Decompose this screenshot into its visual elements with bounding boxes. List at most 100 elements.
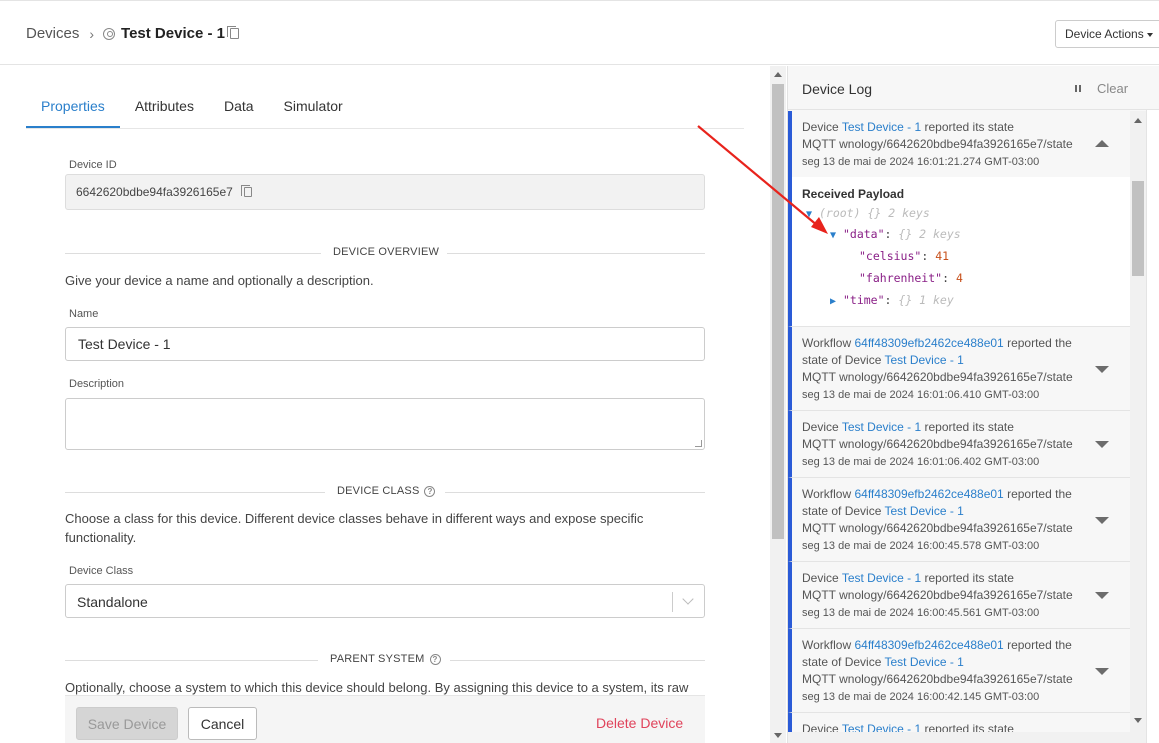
received-payload: Received Payload ▼ (root) {} 2 keys ▼ "d… [792,177,1130,326]
device-actions-label: Device Actions [1065,27,1144,41]
class-description: Choose a class for this device. Differen… [65,511,644,545]
log-entry[interactable]: Device Test Device - 1 reported its stat… [788,111,1130,327]
device-class-select[interactable]: Standalone [65,584,705,618]
log-scrollbar[interactable] [1130,111,1146,743]
device-link[interactable]: Test Device - 1 [885,353,964,367]
cancel-button[interactable]: Cancel [188,707,257,740]
log-entry[interactable]: Device Test Device - 1 reported its stat… [788,411,1130,478]
tab-properties[interactable]: Properties [26,86,120,128]
workflow-link[interactable]: 64ff48309efb2462ce488e01 [854,336,1003,350]
chevron-down-icon[interactable] [1095,441,1109,448]
device-link[interactable]: Test Device - 1 [842,571,921,585]
log-entry-prefix: state of Device [802,504,882,518]
json-value: 4 [955,271,963,285]
scroll-down-icon[interactable] [774,733,782,738]
chevron-up-icon[interactable] [1095,140,1109,147]
copy-icon[interactable] [226,26,239,39]
main-scrollbar[interactable] [770,66,786,743]
device-log-panel: Device Log Clear Device Test Device - 1 … [787,66,1159,743]
expand-triangle-icon[interactable]: ▼ [830,230,836,241]
section-title: PARENT SYSTEM? [330,653,441,665]
workflow-link[interactable]: 64ff48309efb2462ce488e01 [854,487,1003,501]
device-actions-button[interactable]: Device Actions [1055,20,1159,48]
tab-attributes[interactable]: Attributes [120,86,209,128]
json-fahrenheit-row: "fahrenheit": 4 [859,271,963,285]
chevron-down-icon[interactable] [1095,517,1109,524]
page-header: Devices › Test Device - 1 Device Actions [0,0,1159,65]
json-data-row[interactable]: ▼ "data": {} 2 keys [830,227,961,241]
log-entry-prefix: Workflow [802,638,852,652]
description-textarea[interactable] [65,398,705,450]
log-entry-prefix: Workflow [802,487,852,501]
log-entry-time: seg 13 de mai de 2024 16:00:45.578 GMT-0… [802,540,1040,552]
chevron-down-icon[interactable] [682,593,694,605]
log-entry-time: seg 13 de mai de 2024 16:00:42.145 GMT-0… [802,691,1040,703]
log-entry-prefix: state of Device [802,655,882,669]
log-entry-time: seg 13 de mai de 2024 16:01:06.410 GMT-0… [802,389,1040,401]
help-icon[interactable]: ? [429,653,441,665]
json-key: "time" [842,293,885,307]
tab-data[interactable]: Data [209,86,269,128]
log-entry-time: seg 13 de mai de 2024 16:01:21.274 GMT-0… [802,156,1040,168]
log-entry-prefix: state of Device [802,353,882,367]
scroll-up-icon[interactable] [1134,118,1142,123]
description-label: Description [69,378,125,390]
json-time-row[interactable]: ▶ "time": {} 1 key [830,293,954,307]
log-entry-text: Device Test Device - 1 reported its stat… [802,419,1082,471]
resize-grip-icon[interactable] [695,440,702,447]
tab-bar: Properties Attributes Data Simulator [26,86,744,129]
pause-icon[interactable] [1075,85,1081,92]
collapsed-triangle-icon[interactable]: ▶ [830,296,836,307]
log-entry-text: Workflow 64ff48309efb2462ce488e01 report… [802,486,1082,555]
device-id-value: 6642620bdbe94fa3926165e7 [76,185,233,199]
scrollbar-thumb[interactable] [1132,181,1144,276]
log-entry-suffix: reported the [1007,336,1072,350]
log-entry[interactable]: Device Test Device - 1 reported its stat… [788,562,1130,629]
json-meta: {} 1 key [898,293,954,307]
json-celsius-row: "celsius": 41 [859,249,950,263]
log-entry-prefix: Device [802,420,839,434]
device-link[interactable]: Test Device - 1 [842,120,921,134]
page-right-edge [1146,110,1159,743]
save-device-button[interactable]: Save Device [76,707,178,740]
log-entry-text: Workflow 64ff48309efb2462ce488e01 report… [802,637,1082,706]
log-entry[interactable]: Workflow 64ff48309efb2462ce488e01 report… [788,629,1130,713]
json-key: "fahrenheit" [859,271,943,285]
log-entry-topic: MQTT wnology/6642620bdbe94fa3926165e7/st… [802,437,1073,451]
chevron-down-icon[interactable] [1095,366,1109,373]
device-log-title: Device Log [802,81,873,97]
delete-device-button[interactable]: Delete Device [596,715,683,731]
device-link[interactable]: Test Device - 1 [842,420,921,434]
scroll-down-icon[interactable] [1134,718,1142,723]
chevron-down-icon[interactable] [1095,592,1109,599]
device-link[interactable]: Test Device - 1 [885,655,964,669]
json-key: "data" [842,227,885,241]
expand-triangle-icon[interactable]: ▼ [806,209,812,220]
device-log-header: Device Log Clear [788,66,1159,110]
name-input[interactable] [65,327,705,361]
scrollbar-thumb[interactable] [772,84,784,539]
chevron-down-icon[interactable] [1095,668,1109,675]
log-entry[interactable]: Workflow 64ff48309efb2462ce488e01 report… [788,478,1130,562]
copy-icon[interactable] [241,185,253,197]
section-title-text: PARENT SYSTEM [330,653,425,665]
device-log-list: Device Test Device - 1 reported its stat… [788,111,1130,743]
device-link[interactable]: Test Device - 1 [885,504,964,518]
workflow-link[interactable]: 64ff48309efb2462ce488e01 [854,638,1003,652]
help-icon[interactable]: ? [424,485,436,497]
clear-log-button[interactable]: Clear [1097,81,1128,96]
gear-icon [103,27,116,40]
breadcrumb-devices-link[interactable]: Devices [26,25,79,42]
json-root-row[interactable]: ▼ (root) {} 2 keys [806,206,930,220]
log-horizontal-scrollbar[interactable] [788,732,1146,743]
device-class-value: Standalone [77,594,148,610]
json-root: (root) [818,206,861,220]
log-entry-text: Device Test Device - 1 reported its stat… [802,570,1082,622]
log-entry-prefix: Workflow [802,336,852,350]
json-meta: {} 2 keys [898,227,961,241]
log-entry[interactable]: Workflow 64ff48309efb2462ce488e01 report… [788,327,1130,411]
log-entry-topic: MQTT wnology/6642620bdbe94fa3926165e7/st… [802,137,1073,151]
scroll-up-icon[interactable] [774,72,782,77]
breadcrumb-separator: › [89,25,95,42]
tab-simulator[interactable]: Simulator [269,86,358,128]
